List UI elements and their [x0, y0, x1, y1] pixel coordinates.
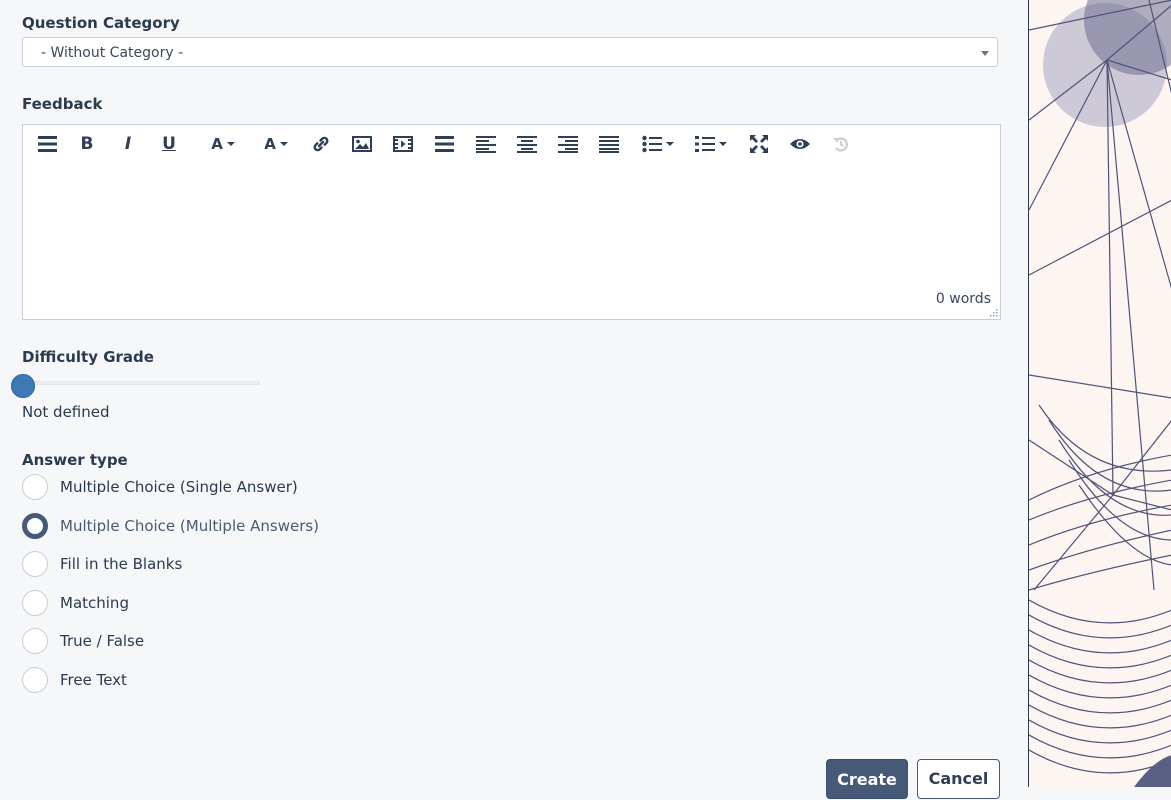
caret-down-icon — [719, 142, 727, 146]
answer-type-option-label: Free Text — [60, 671, 127, 689]
word-count: 0 words — [935, 291, 991, 307]
caret-down-icon — [666, 142, 674, 146]
resize-grip-icon[interactable] — [989, 308, 998, 317]
font-size-icon[interactable]: A — [258, 133, 294, 155]
question-form: Question Category - Without Category - F… — [0, 0, 1028, 799]
create-button[interactable]: Create — [826, 759, 908, 799]
radio-button[interactable] — [22, 667, 48, 693]
align-right-icon[interactable] — [557, 133, 579, 155]
menu-icon[interactable] — [37, 133, 57, 155]
caret-down-icon — [279, 142, 288, 146]
question-category-label: Question Category — [22, 14, 180, 32]
answer-type-option[interactable]: Matching — [22, 589, 129, 617]
ordered-list-icon[interactable] — [692, 133, 730, 155]
align-left-icon[interactable] — [475, 133, 497, 155]
undo-icon[interactable] — [830, 133, 852, 155]
video-icon[interactable] — [392, 133, 414, 155]
radio-button[interactable] — [22, 590, 48, 616]
question-category-value: - Without Category - — [41, 45, 184, 61]
font-color-icon[interactable]: A — [205, 133, 241, 155]
caret-down-icon — [226, 142, 235, 146]
decorative-line-art — [1029, 0, 1171, 787]
chevron-down-icon — [981, 51, 989, 56]
radio-button[interactable] — [22, 474, 48, 500]
answer-type-option-label: Fill in the Blanks — [60, 555, 183, 573]
fullscreen-icon[interactable] — [748, 133, 770, 155]
underline-icon[interactable]: U — [160, 133, 178, 155]
answer-type-option[interactable]: Multiple Choice (Single Answer) — [22, 473, 298, 501]
answer-type-option[interactable]: Fill in the Blanks — [22, 550, 182, 578]
cancel-button[interactable]: Cancel — [917, 759, 1000, 799]
font-size-glyph: A — [264, 135, 276, 153]
preview-icon[interactable] — [789, 133, 811, 155]
feedback-editor[interactable]: B I U A A 0 words — [22, 124, 1001, 320]
answer-type-option[interactable]: Multiple Choice (Multiple Answers) — [22, 512, 319, 540]
italic-glyph: I — [124, 134, 132, 154]
difficulty-slider-handle[interactable] — [11, 374, 35, 398]
question-category-select[interactable]: - Without Category - — [22, 37, 998, 67]
radio-button[interactable] — [22, 513, 48, 539]
answer-type-option[interactable]: True / False — [22, 627, 144, 655]
feedback-label: Feedback — [22, 95, 103, 113]
bold-icon[interactable]: B — [78, 133, 96, 155]
paragraph-icon[interactable] — [433, 133, 455, 155]
difficulty-value-text: Not defined — [22, 403, 110, 421]
answer-type-label: Answer type — [22, 451, 128, 469]
align-justify-icon[interactable] — [598, 133, 620, 155]
underline-glyph: U — [162, 134, 176, 154]
answer-type-option-label: Multiple Choice (Multiple Answers) — [60, 517, 320, 535]
font-color-glyph: A — [211, 135, 223, 153]
italic-icon[interactable]: I — [119, 133, 137, 155]
bold-glyph: B — [80, 134, 94, 154]
radio-button[interactable] — [22, 628, 48, 654]
image-icon[interactable] — [351, 133, 373, 155]
unordered-list-icon[interactable] — [639, 133, 677, 155]
decorative-side-panel — [1028, 0, 1171, 787]
align-center-icon[interactable] — [516, 133, 538, 155]
difficulty-grade-label: Difficulty Grade — [22, 348, 154, 366]
radio-button[interactable] — [22, 551, 48, 577]
difficulty-slider-track[interactable] — [22, 381, 260, 385]
answer-type-option-label: Matching — [60, 594, 129, 612]
link-icon[interactable] — [310, 133, 332, 155]
answer-type-option-label: True / False — [60, 632, 145, 650]
answer-type-option-label: Multiple Choice (Single Answer) — [60, 478, 298, 496]
answer-type-option[interactable]: Free Text — [22, 666, 127, 694]
